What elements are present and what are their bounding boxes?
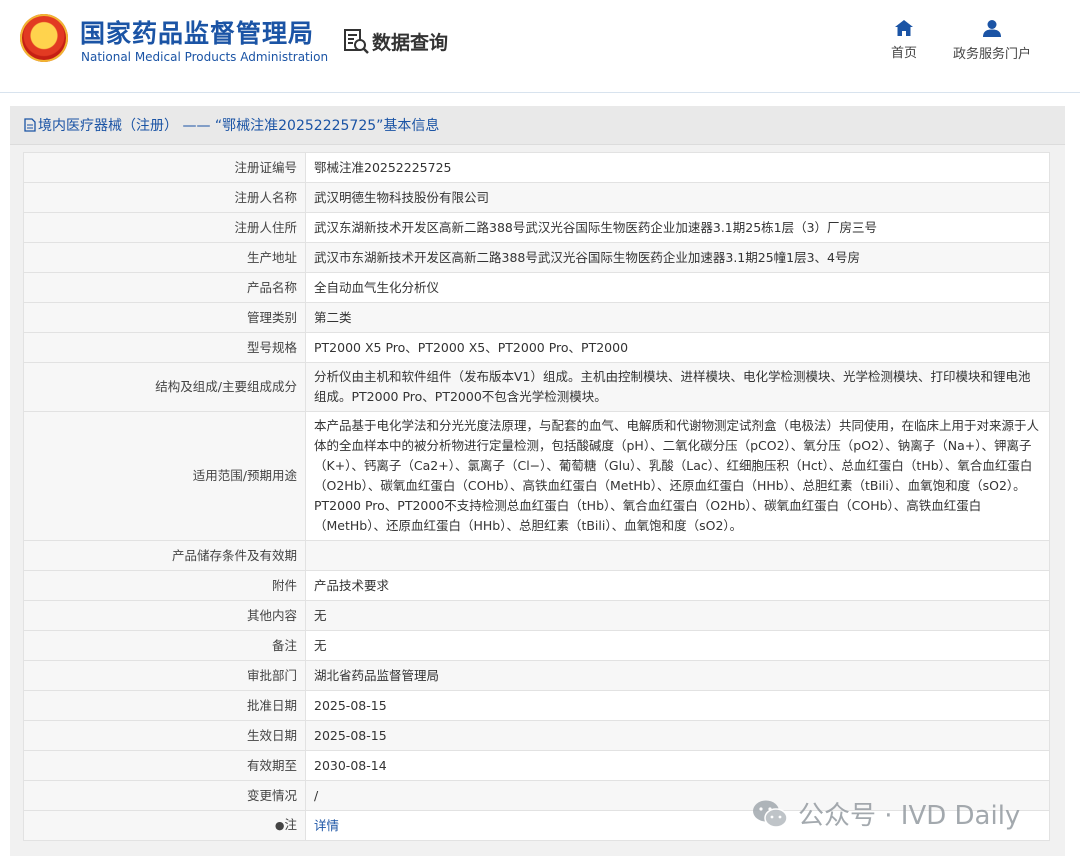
row-label: 附件	[23, 570, 306, 601]
row-label: 注册证编号	[23, 152, 306, 183]
table-row: 生产地址 武汉市东湖新技术开发区高新二路388号武汉光谷国际生物医药企业加速器3…	[23, 242, 1050, 273]
brand-title-cn[interactable]: 国家药品监督管理局	[80, 14, 314, 50]
note-label: 注	[284, 817, 297, 832]
row-label: 备注	[23, 630, 306, 661]
user-icon	[983, 20, 1001, 37]
row-value: 第二类	[305, 302, 1050, 333]
row-value: 湖北省药品监督管理局	[305, 660, 1050, 691]
document-icon	[24, 118, 36, 132]
row-value: 鄂械注准20252225725	[305, 152, 1050, 183]
table-row: 结构及组成/主要组成成分 分析仪由主机和软件组件（发布版本V1）组成。主机由控制…	[23, 362, 1050, 412]
row-label: 型号规格	[23, 332, 306, 363]
row-value: 分析仪由主机和软件组件（发布版本V1）组成。主机由控制模块、进样模块、电化学检测…	[305, 362, 1050, 412]
row-label: 结构及组成/主要组成成分	[23, 362, 306, 412]
row-label: 注册人住所	[23, 212, 306, 243]
table-row: 型号规格 PT2000 X5 Pro、PT2000 X5、PT2000 Pro、…	[23, 332, 1050, 363]
device-info-table: 注册证编号 鄂械注准20252225725 注册人名称 武汉明德生物科技股份有限…	[23, 152, 1050, 841]
document-search-icon	[344, 29, 369, 54]
data-query-link[interactable]: 数据查询	[342, 27, 448, 55]
row-label: ●注	[23, 810, 306, 841]
table-row: 审批部门 湖北省药品监督管理局	[23, 660, 1050, 691]
row-value: 武汉市东湖新技术开发区高新二路388号武汉光谷国际生物医药企业加速器3.1期25…	[305, 242, 1050, 273]
row-value: 2025-08-15	[305, 690, 1050, 721]
row-value	[305, 540, 1050, 571]
row-label: 有效期至	[23, 750, 306, 781]
nav-home[interactable]: 首页	[884, 20, 924, 61]
table-row: 管理类别 第二类	[23, 302, 1050, 333]
table-row: 生效日期 2025-08-15	[23, 720, 1050, 751]
row-value: 产品技术要求	[305, 570, 1050, 601]
detail-panel: 境内医疗器械（注册） —— “鄂械注准20252225725”基本信息 注册证编…	[10, 106, 1065, 856]
nav-home-label: 首页	[890, 46, 917, 61]
table-row: 批准日期 2025-08-15	[23, 690, 1050, 721]
row-value: 武汉明德生物科技股份有限公司	[305, 182, 1050, 213]
panel-title: 境内医疗器械（注册） —— “鄂械注准20252225725”基本信息	[38, 118, 440, 134]
row-value: 本产品基于电化学法和分光光度法原理，与配套的血气、电解质和代谢物测定试剂盒（电极…	[305, 411, 1050, 541]
row-label: 变更情况	[23, 780, 306, 811]
wechat-icon	[753, 800, 788, 828]
table-row: 适用范围/预期用途 本产品基于电化学法和分光光度法原理，与配套的血气、电解质和代…	[23, 411, 1050, 541]
watermark: 公众号 · IVD Daily	[752, 795, 1020, 832]
home-icon	[895, 20, 913, 36]
national-emblem-icon: ★	[20, 14, 68, 62]
table-row: 备注 无	[23, 630, 1050, 661]
row-value: 武汉东湖新技术开发区高新二路388号武汉光谷国际生物医药企业加速器3.1期25栋…	[305, 212, 1050, 243]
row-value: 无	[305, 630, 1050, 661]
row-value: 2025-08-15	[305, 720, 1050, 751]
row-label: 其他内容	[23, 600, 306, 631]
nav-portal-label: 政务服务门户	[952, 47, 1031, 62]
row-label: 适用范围/预期用途	[23, 411, 306, 541]
table-row: 产品名称 全自动血气生化分析仪	[23, 272, 1050, 303]
row-label: 批准日期	[23, 690, 306, 721]
row-value: 无	[305, 600, 1050, 631]
table-row: 注册人住所 武汉东湖新技术开发区高新二路388号武汉光谷国际生物医药企业加速器3…	[23, 212, 1050, 243]
row-value: 2030-08-14	[305, 750, 1050, 781]
data-query-label: 数据查询	[372, 31, 449, 54]
watermark-text: 公众号 · IVD Daily	[798, 801, 1021, 831]
row-label: 审批部门	[23, 660, 306, 691]
nav-portal[interactable]: 政务服务门户	[950, 20, 1034, 62]
table-row: 其他内容 无	[23, 600, 1050, 631]
table-row: 有效期至 2030-08-14	[23, 750, 1050, 781]
row-label: 生产地址	[23, 242, 306, 273]
table-row: 附件 产品技术要求	[23, 570, 1050, 601]
site-header: ★ 国家药品监督管理局 National Medical Products Ad…	[0, 0, 1080, 93]
row-value: PT2000 X5 Pro、PT2000 X5、PT2000 Pro、PT200…	[305, 332, 1050, 363]
row-label: 产品储存条件及有效期	[23, 540, 306, 571]
row-label: 管理类别	[23, 302, 306, 333]
table-row: 产品储存条件及有效期	[23, 540, 1050, 571]
panel-title-bar: 境内医疗器械（注册） —— “鄂械注准20252225725”基本信息	[10, 106, 1065, 145]
row-label: 注册人名称	[23, 182, 306, 213]
table-row: 注册证编号 鄂械注准20252225725	[23, 152, 1050, 183]
row-label: 产品名称	[23, 272, 306, 303]
details-link[interactable]: 详情	[314, 818, 339, 833]
row-value: 全自动血气生化分析仪	[305, 272, 1050, 303]
table-row: 注册人名称 武汉明德生物科技股份有限公司	[23, 182, 1050, 213]
brand-title-en: National Medical Products Administration	[81, 50, 329, 64]
row-label: 生效日期	[23, 720, 306, 751]
